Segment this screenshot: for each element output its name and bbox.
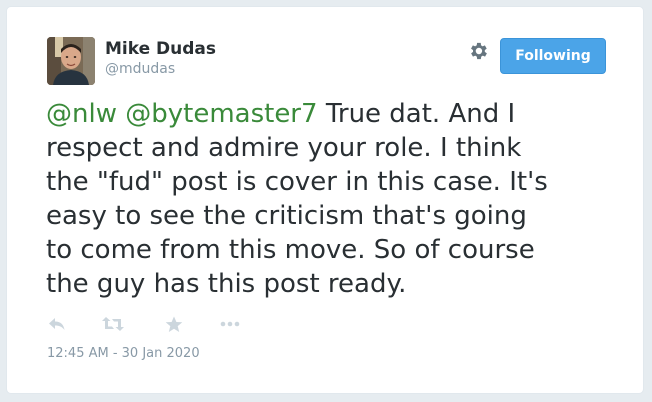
tweet-actions — [45, 312, 265, 336]
tweet-text-line: True dat. And I — [325, 99, 516, 129]
author-handle[interactable]: @mdudas — [105, 60, 175, 78]
tweet-text-line: to come from this move. So of course — [46, 235, 535, 265]
mention-link[interactable]: @bytemaster7 — [125, 99, 317, 129]
tweet-text-line: the guy has this post ready. — [46, 269, 407, 299]
avatar[interactable] — [47, 37, 95, 85]
tweet-text-line: respect and admire your role. I think — [46, 133, 522, 163]
mention-link[interactable]: @nlw — [46, 99, 117, 129]
tweet-text-line: the "fud" post is cover in this case. It… — [46, 167, 548, 197]
retweet-icon[interactable] — [101, 312, 125, 336]
like-star-icon[interactable] — [162, 312, 186, 336]
following-button[interactable]: Following — [500, 38, 606, 74]
gear-icon[interactable] — [467, 40, 489, 62]
tweet-card: Mike Dudas @mdudas Following @nlw @bytem… — [6, 6, 644, 394]
tweet-text-line: easy to see the criticism that's going — [46, 201, 527, 231]
more-icon[interactable] — [218, 312, 242, 336]
tweet-text: @nlw @bytemaster7 True dat. And I respect… — [46, 97, 621, 301]
tweet-timestamp[interactable]: 12:45 AM - 30 Jan 2020 — [47, 346, 200, 362]
author-name[interactable]: Mike Dudas — [105, 38, 216, 60]
reply-icon[interactable] — [45, 312, 69, 336]
